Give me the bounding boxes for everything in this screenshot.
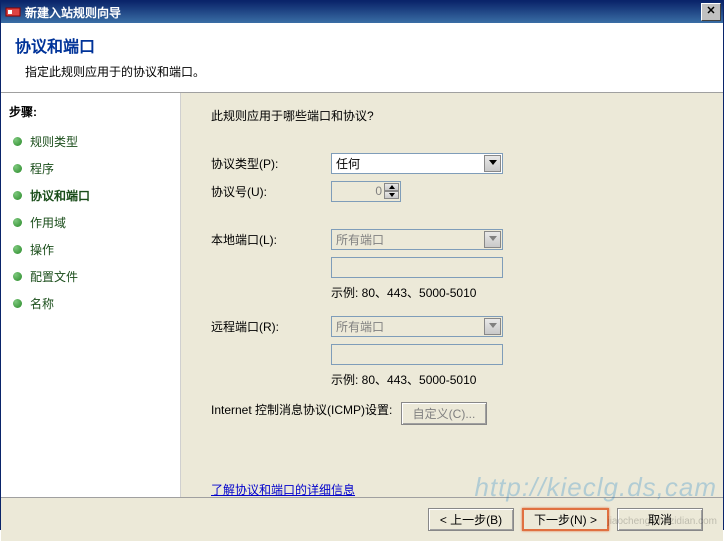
bullet-icon <box>13 299 22 308</box>
sidebar-item-program[interactable]: 程序 <box>9 155 172 182</box>
local-port-value: 所有端口 <box>336 231 384 248</box>
sidebar-item-label: 规则类型 <box>30 133 78 150</box>
content-question: 此规则应用于哪些端口和协议? <box>211 107 701 124</box>
bullet-icon <box>13 218 22 227</box>
bullet-icon <box>13 272 22 281</box>
next-button[interactable]: 下一步(N) > <box>522 508 609 531</box>
sidebar: 步骤: 规则类型 程序 协议和端口 作用域 操作 配置文件 名称 <box>1 93 181 497</box>
remote-port-value: 所有端口 <box>336 318 384 335</box>
icmp-customize-button[interactable]: 自定义(C)... <box>401 402 487 425</box>
sidebar-item-name[interactable]: 名称 <box>9 290 172 317</box>
sidebar-item-rule-type[interactable]: 规则类型 <box>9 128 172 155</box>
sidebar-item-action[interactable]: 操作 <box>9 236 172 263</box>
page-subtitle: 指定此规则应用于的协议和端口。 <box>25 63 709 80</box>
sidebar-item-label: 作用域 <box>30 214 66 231</box>
chevron-down-icon <box>484 155 501 172</box>
bullet-icon <box>13 245 22 254</box>
spinner-down-icon[interactable] <box>384 191 399 199</box>
remote-port-hint: 示例: 80、443、5000-5010 <box>331 371 701 388</box>
local-port-hint: 示例: 80、443、5000-5010 <box>331 284 701 301</box>
bullet-icon <box>13 191 22 200</box>
wizard-window: 新建入站规则向导 ✕ 协议和端口 指定此规则应用于的协议和端口。 步骤: 规则类… <box>0 0 724 530</box>
steps-label: 步骤: <box>9 103 172 120</box>
sidebar-item-label: 操作 <box>30 241 54 258</box>
local-port-label: 本地端口(L): <box>211 231 331 248</box>
protocol-type-label: 协议类型(P): <box>211 155 331 172</box>
page-title: 协议和端口 <box>15 33 709 57</box>
bullet-icon <box>13 137 22 146</box>
content-panel: 此规则应用于哪些端口和协议? 协议类型(P): 任何 协议号(U): 0 <box>181 93 723 497</box>
cancel-button[interactable]: 取消 <box>617 508 703 531</box>
header-area: 协议和端口 指定此规则应用于的协议和端口。 <box>1 23 723 93</box>
icmp-label: Internet 控制消息协议(ICMP)设置: <box>211 402 401 419</box>
protocol-number-spinner[interactable]: 0 <box>331 181 401 202</box>
chevron-down-icon <box>484 318 501 335</box>
protocol-number-label: 协议号(U): <box>211 183 331 200</box>
sidebar-item-label: 配置文件 <box>30 268 78 285</box>
protocol-number-value: 0 <box>375 184 382 198</box>
remote-port-label: 远程端口(R): <box>211 318 331 335</box>
protocol-type-dropdown[interactable]: 任何 <box>331 153 503 174</box>
app-icon <box>5 4 21 20</box>
local-port-input[interactable] <box>331 257 503 278</box>
local-port-dropdown[interactable]: 所有端口 <box>331 229 503 250</box>
sidebar-item-label: 程序 <box>30 160 54 177</box>
sidebar-item-scope[interactable]: 作用域 <box>9 209 172 236</box>
sidebar-item-profile[interactable]: 配置文件 <box>9 263 172 290</box>
chevron-down-icon <box>484 231 501 248</box>
back-button[interactable]: < 上一步(B) <box>428 508 514 531</box>
footer: < 上一步(B) 下一步(N) > 取消 <box>1 497 723 541</box>
learn-more-link[interactable]: 了解协议和端口的详细信息 <box>211 481 355 498</box>
spinner-up-icon[interactable] <box>384 183 399 191</box>
sidebar-item-label: 协议和端口 <box>30 187 90 204</box>
body-area: 步骤: 规则类型 程序 协议和端口 作用域 操作 配置文件 名称 此规则应用于哪… <box>1 93 723 497</box>
remote-port-dropdown[interactable]: 所有端口 <box>331 316 503 337</box>
titlebar: 新建入站规则向导 ✕ <box>1 1 723 23</box>
bullet-icon <box>13 164 22 173</box>
protocol-type-value: 任何 <box>336 155 360 172</box>
close-button[interactable]: ✕ <box>701 3 721 21</box>
sidebar-item-label: 名称 <box>30 295 54 312</box>
sidebar-item-protocol-port[interactable]: 协议和端口 <box>9 182 172 209</box>
window-title: 新建入站规则向导 <box>25 4 701 21</box>
remote-port-input[interactable] <box>331 344 503 365</box>
